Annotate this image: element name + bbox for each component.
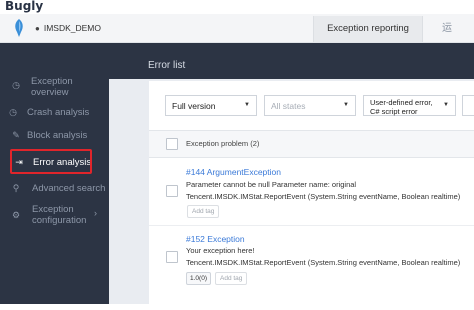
issue-title-link[interactable]: #152 Exception [186, 234, 245, 244]
select-all-checkbox[interactable] [166, 138, 178, 150]
issue-message: Parameter cannot be null Parameter name:… [186, 180, 357, 189]
add-tag-button[interactable]: Add tag [215, 272, 248, 285]
bottom-margin [0, 304, 474, 310]
error-type-dropdown[interactable]: User-defined error, C# script error ▼ [363, 95, 456, 116]
chevron-down-icon: ▼ [443, 102, 449, 108]
top-bar: ● IMSDK_DEMO Exception reporting 运 [0, 14, 474, 43]
gear-icon: ⚙ [11, 210, 21, 220]
sidebar-item-label: Advanced search [32, 183, 106, 194]
table-header-label: Exception problem (2) [186, 139, 260, 148]
version-badge: 1.0(0) [186, 272, 211, 285]
state-dropdown[interactable]: All states ▼ [264, 95, 356, 116]
sidebar-item-exception-overview[interactable]: ◷ Exception overview [0, 76, 109, 98]
version-dropdown[interactable]: Full version ▼ [165, 95, 257, 116]
clock-icon: ◷ [12, 80, 20, 90]
search-icon: ⚲ [12, 183, 20, 193]
sidebar-item-label: Exception overview [31, 76, 73, 98]
sidebar-item-label: Exception configuration [32, 204, 87, 226]
issue-checkbox[interactable] [166, 185, 178, 197]
wrench-icon: ✎ [12, 130, 20, 140]
version-value: Full version [172, 101, 216, 111]
tab-exception-reporting[interactable]: Exception reporting [313, 16, 423, 42]
issue-stack: Tencent.IMSDK.IMStat.ReportEvent (System… [186, 258, 461, 267]
error-type-value: User-defined error, C# script error [370, 98, 433, 116]
error-type-line1: User-defined error, [370, 98, 433, 107]
app-name: IMSDK_DEMO [43, 23, 101, 33]
highlight-box [10, 149, 92, 174]
page-title: Error list [148, 60, 186, 71]
sidebar-item-block-analysis[interactable]: ✎ Block analysis [0, 130, 109, 142]
error-type-line2: C# script error [370, 107, 418, 116]
issue-message: Your exception here! [186, 246, 255, 255]
chevron-right-icon: › [94, 208, 97, 218]
clock-icon: ◷ [9, 107, 17, 117]
sidebar-item-label: Crash analysis [27, 107, 90, 118]
tab-more[interactable]: 运 [442, 16, 452, 42]
issue-stack: Tencent.IMSDK.IMStat.ReportEvent (System… [186, 192, 461, 201]
sidebar-item-crash-analysis[interactable]: ◷ Crash analysis [0, 107, 109, 119]
sidebar-item-exception-configuration[interactable]: ⚙ Exception configuration [0, 204, 86, 226]
app-selector[interactable]: ● IMSDK_DEMO [35, 22, 101, 35]
bugly-logo-icon[interactable] [12, 18, 26, 38]
state-placeholder: All states [271, 101, 306, 111]
sidebar-item-advanced-search[interactable]: ⚲ Advanced search [0, 183, 109, 195]
chevron-down-icon: ▼ [244, 102, 250, 108]
issue-title-link[interactable]: #144 ArgumentException [186, 167, 281, 177]
row-divider [149, 225, 474, 226]
sidebar-item-label: Block analysis [27, 130, 88, 141]
brand-strip: Bugly [0, 0, 474, 14]
chevron-down-icon: ▼ [343, 102, 349, 108]
extra-filter[interactable] [462, 95, 474, 116]
issue-checkbox[interactable] [166, 251, 178, 263]
brand-name: Bugly [5, 0, 44, 13]
add-tag-button[interactable]: Add tag [187, 205, 220, 218]
apple-icon: ● [35, 24, 40, 33]
